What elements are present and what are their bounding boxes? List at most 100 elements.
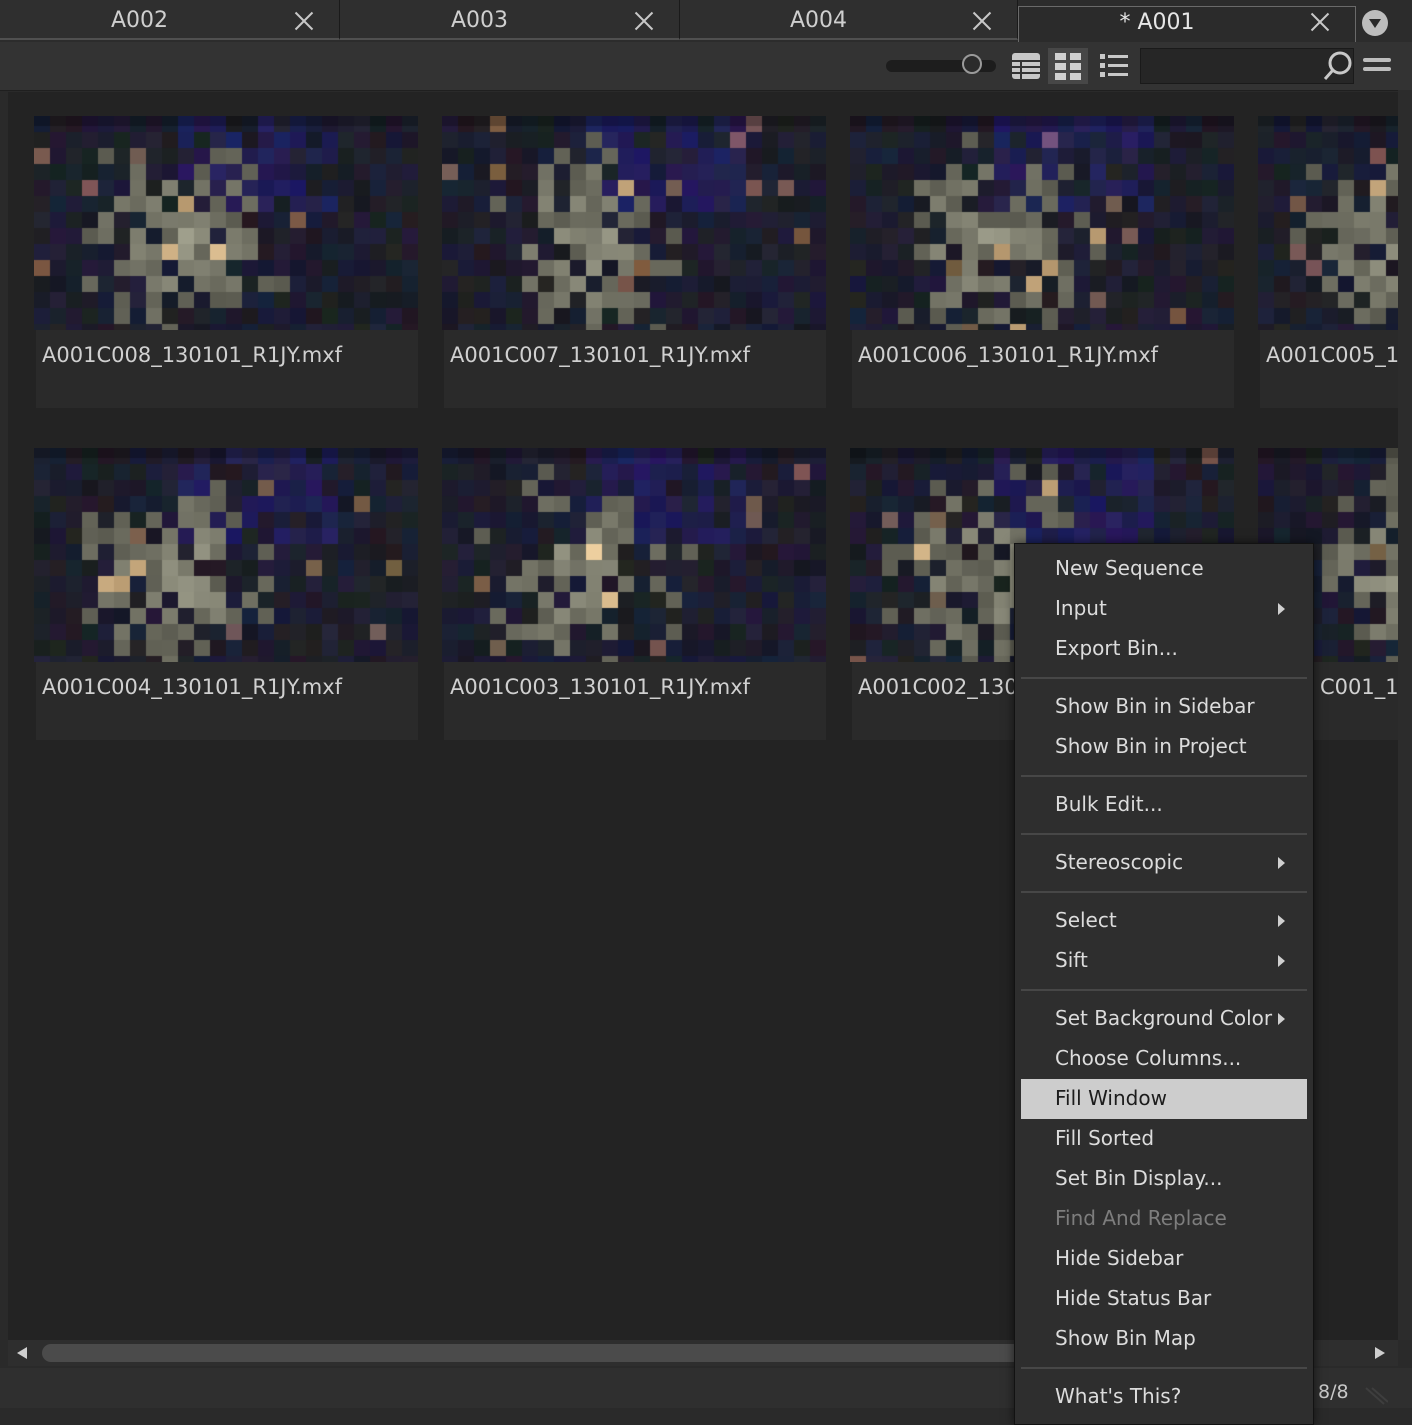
menu-item-new-sequence[interactable]: New Sequence xyxy=(1021,549,1307,589)
menu-item-label: Show Bin in Project xyxy=(1055,734,1247,758)
menu-item-label: Select xyxy=(1055,908,1117,932)
clip-thumbnail[interactable]: A001C003_130101_R1JY.mxf xyxy=(442,448,826,740)
clip-thumbnail[interactable]: A001C006_130101_R1JY.mxf xyxy=(850,116,1234,408)
menu-item-show-bin-in-project[interactable]: Show Bin in Project xyxy=(1021,727,1307,767)
scroll-right-icon[interactable] xyxy=(1374,1346,1386,1360)
tab-a004[interactable]: A004 xyxy=(680,0,1018,40)
clip-thumbnail-image xyxy=(34,448,418,662)
clip-thumbnail[interactable]: A001C005_1 xyxy=(1258,116,1398,408)
table-view-icon xyxy=(1012,53,1040,79)
menu-item-label: Hide Sidebar xyxy=(1055,1246,1184,1270)
menu-item-bulk-edit[interactable]: Bulk Edit... xyxy=(1021,785,1307,825)
menu-item-show-bin-in-sidebar[interactable]: Show Bin in Sidebar xyxy=(1021,687,1307,727)
clip-name: A001C007_130101_R1JY.mxf xyxy=(450,343,751,367)
menu-item-label: Fill Sorted xyxy=(1055,1126,1155,1150)
search-icon[interactable] xyxy=(1322,50,1354,82)
tab-bar: A002 A003 A004 * A001 xyxy=(0,0,1412,42)
table-view-button[interactable] xyxy=(1006,48,1046,84)
menu-item-input[interactable]: Input xyxy=(1021,589,1307,629)
context-menu: New Sequence Input Export Bin... Show Bi… xyxy=(1014,543,1314,1425)
menu-item-hide-sidebar[interactable]: Hide Sidebar xyxy=(1021,1239,1307,1279)
menu-item-label: Choose Columns... xyxy=(1055,1046,1242,1070)
list-view-icon xyxy=(1100,54,1128,77)
menu-item-select[interactable]: Select xyxy=(1021,901,1307,941)
tab-label: A002 xyxy=(110,8,169,33)
list-view-button[interactable] xyxy=(1094,48,1134,84)
submenu-arrow-icon xyxy=(1278,1013,1285,1025)
clip-thumbnail-image xyxy=(442,116,826,330)
menu-item-label: Fill Window xyxy=(1055,1086,1167,1110)
tab-menu-icon[interactable] xyxy=(1362,10,1388,36)
menu-item-fill-window[interactable]: Fill Window xyxy=(1021,1079,1307,1119)
tab-a002[interactable]: A002 xyxy=(0,0,340,40)
menu-separator xyxy=(1021,1367,1307,1369)
menu-item-fill-sorted[interactable]: Fill Sorted xyxy=(1021,1119,1307,1159)
menu-item-label: Export Bin... xyxy=(1055,636,1178,660)
menu-item-hide-status-bar[interactable]: Hide Status Bar xyxy=(1021,1279,1307,1319)
menu-item-label: Show Bin in Sidebar xyxy=(1055,694,1255,718)
menu-item-export-bin[interactable]: Export Bin... xyxy=(1021,629,1307,669)
clip-label-area xyxy=(444,662,826,740)
clip-thumbnail-image xyxy=(850,116,1234,330)
vertical-scrollbar[interactable] xyxy=(1398,90,1412,1340)
scroll-left-icon[interactable] xyxy=(16,1346,28,1360)
menu-item-find-and-replace: Find And Replace xyxy=(1021,1199,1307,1239)
tab-label: * A001 xyxy=(1119,10,1195,35)
clip-label-area xyxy=(36,662,418,740)
menu-item-stereoscopic[interactable]: Stereoscopic xyxy=(1021,843,1307,883)
menu-item-label: Set Background Color xyxy=(1055,1006,1273,1030)
clip-name: C001_1 xyxy=(1320,675,1398,699)
close-icon[interactable] xyxy=(1307,9,1333,35)
clip-name: A001C005_1 xyxy=(1266,343,1398,367)
clip-name: A001C006_130101_R1JY.mxf xyxy=(858,343,1159,367)
menu-separator xyxy=(1021,833,1307,835)
submenu-arrow-icon xyxy=(1278,603,1285,615)
menu-separator xyxy=(1021,775,1307,777)
thumbnail-view-button[interactable] xyxy=(1048,48,1088,84)
clip-thumbnail[interactable]: A001C007_130101_R1JY.mxf xyxy=(442,116,826,408)
options-icon[interactable] xyxy=(1362,54,1392,78)
menu-item-label: Bulk Edit... xyxy=(1055,792,1163,816)
clip-thumbnail[interactable]: A001C004_130101_R1JY.mxf xyxy=(34,448,418,740)
menu-item-set-background-color[interactable]: Set Background Color xyxy=(1021,999,1307,1039)
zoom-slider-handle[interactable] xyxy=(962,54,982,74)
clip-name: A001C002_130 xyxy=(858,675,1018,699)
clip-thumbnail[interactable]: A001C008_130101_R1JY.mxf xyxy=(34,116,418,408)
clip-label-area xyxy=(36,330,418,408)
menu-item-label: Stereoscopic xyxy=(1055,850,1184,874)
thumbnail-view-icon xyxy=(1055,53,1081,80)
horizontal-scrollbar-thumb[interactable] xyxy=(42,1344,1022,1362)
menu-separator xyxy=(1021,677,1307,679)
tab-label: A004 xyxy=(789,8,848,33)
clip-name: A001C003_130101_R1JY.mxf xyxy=(450,675,751,699)
tab-a003[interactable]: A003 xyxy=(340,0,680,40)
menu-separator xyxy=(1021,891,1307,893)
clip-thumbnail-image xyxy=(442,448,826,662)
menu-item-label: Find And Replace xyxy=(1055,1206,1227,1230)
clip-thumbnail-image xyxy=(1258,116,1398,330)
clip-label-area xyxy=(444,330,826,408)
menu-item-label: New Sequence xyxy=(1055,556,1204,580)
menu-item-whats-this[interactable]: What's This? xyxy=(1021,1377,1307,1417)
menu-item-label: Sift xyxy=(1055,948,1088,972)
menu-item-label: Input xyxy=(1055,596,1107,620)
menu-item-show-bin-map[interactable]: Show Bin Map xyxy=(1021,1319,1307,1359)
menu-item-choose-columns[interactable]: Choose Columns... xyxy=(1021,1039,1307,1079)
submenu-arrow-icon xyxy=(1278,857,1285,869)
clip-name: A001C004_130101_R1JY.mxf xyxy=(42,675,343,699)
resize-grip-icon[interactable] xyxy=(1362,1382,1388,1406)
clip-name: A001C008_130101_R1JY.mxf xyxy=(42,343,343,367)
close-icon[interactable] xyxy=(631,8,657,34)
clip-label-area xyxy=(852,330,1234,408)
menu-item-label: Set Bin Display... xyxy=(1055,1166,1223,1190)
menu-separator xyxy=(1021,989,1307,991)
clip-thumbnail-image xyxy=(34,116,418,330)
close-icon[interactable] xyxy=(969,8,995,34)
submenu-arrow-icon xyxy=(1278,955,1285,967)
tab-a001[interactable]: * A001 xyxy=(1018,6,1356,42)
menu-item-set-bin-display[interactable]: Set Bin Display... xyxy=(1021,1159,1307,1199)
menu-item-sift[interactable]: Sift xyxy=(1021,941,1307,981)
clip-label-area xyxy=(1260,330,1398,408)
menu-item-label: What's This? xyxy=(1055,1384,1182,1408)
close-icon[interactable] xyxy=(291,8,317,34)
